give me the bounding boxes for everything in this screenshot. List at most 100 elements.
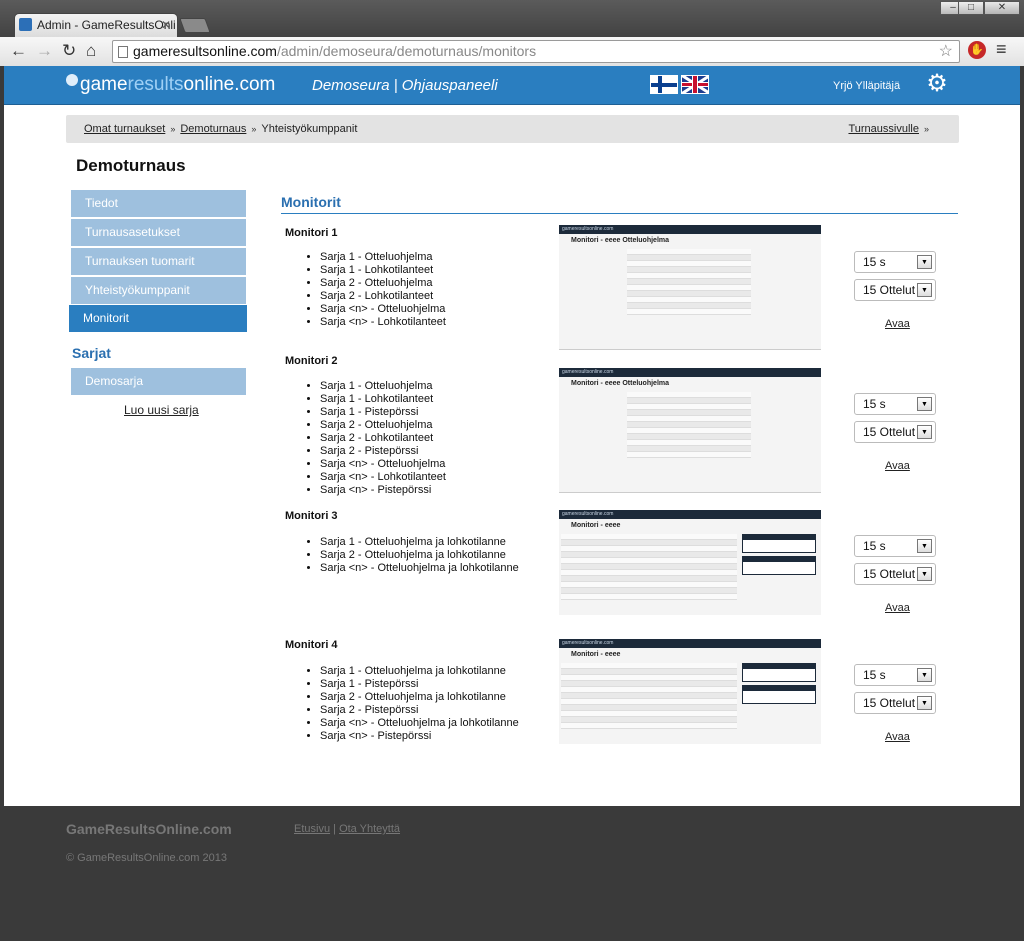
breadcrumb-separator-icon: » — [251, 124, 257, 134]
list-item: Sarja <n> - Lohkotilanteet — [320, 471, 446, 484]
finnish-flag-icon[interactable] — [650, 75, 678, 94]
maximize-icon[interactable]: □ — [958, 1, 984, 15]
list-item: Sarja 2 - Otteluohjelma ja lohkotilanne — [320, 691, 519, 704]
bookmark-star-icon[interactable]: ☆ — [939, 41, 953, 62]
footer-brand: GameResultsOnline.com — [66, 821, 232, 837]
list-item: Sarja 1 - Pistepörssi — [320, 678, 519, 691]
open-monitor-link[interactable]: Avaa — [885, 731, 910, 743]
match-count-select[interactable]: 15 Ottelut ▼ — [854, 279, 936, 301]
footer-home-link[interactable]: Etusivu — [294, 823, 330, 835]
site-footer: GameResultsOnline.com Etusivu | Ota Yhte… — [4, 806, 1020, 938]
forward-icon[interactable]: → — [36, 42, 53, 60]
preview-standings — [742, 685, 816, 704]
preview-brand: gameresultsonline.com — [559, 368, 821, 377]
page-title: Demoturnaus — [76, 156, 186, 175]
list-item: Sarja 1 - Otteluohjelma — [320, 380, 446, 393]
preview-brand: gameresultsonline.com — [559, 510, 821, 519]
match-count-select[interactable]: 15 Ottelut ▼ — [854, 421, 936, 443]
preview-brand: gameresultsonline.com — [559, 225, 821, 234]
new-tab-button[interactable] — [179, 18, 211, 33]
list-item: Sarja 2 - Otteluohjelma — [320, 419, 446, 432]
breadcrumb-my-tournaments[interactable]: Omat turnaukset — [84, 123, 165, 135]
tournament-page-link[interactable]: Turnaussivulle — [848, 123, 919, 135]
match-count-select[interactable]: 15 Ottelut ▼ — [854, 692, 936, 714]
interval-select[interactable]: 15 s ▼ — [854, 664, 936, 686]
preview-brand: gameresultsonline.com — [559, 639, 821, 648]
list-item: Sarja 1 - Pistepörssi — [320, 406, 446, 419]
chevron-down-icon[interactable]: ▼ — [917, 668, 932, 682]
list-item: Sarja <n> - Otteluohjelma ja lohkotilann… — [320, 717, 519, 730]
monitor-preview: gameresultsonline.com Monitori - eeee Ot… — [559, 225, 821, 350]
list-item: Sarja 2 - Otteluohjelma — [320, 277, 446, 290]
monitor-title: Monitori 3 — [285, 510, 338, 522]
section-title: Monitorit — [281, 194, 341, 210]
breadcrumb-separator-icon: » — [170, 124, 176, 134]
preview-title: Monitori - eeee — [571, 651, 621, 658]
english-flag-icon[interactable] — [681, 75, 709, 94]
chevron-down-icon[interactable]: ▼ — [917, 567, 932, 581]
list-item: Sarja 2 - Otteluohjelma ja lohkotilanne — [320, 549, 519, 562]
footer-links: Etusivu | Ota Yhteyttä — [294, 823, 400, 835]
section-divider — [281, 213, 958, 214]
footer-link-separator: | — [333, 823, 336, 835]
site-logo[interactable]: gameresultsonline.com — [66, 74, 275, 96]
extension-stop-icon[interactable]: ✋ — [968, 41, 986, 59]
list-item: Sarja <n> - Pistepörssi — [320, 730, 519, 743]
page: gameresultsonline.com Demoseura | Ohjaus… — [4, 66, 1020, 938]
list-item: Sarja 1 - Otteluohjelma — [320, 251, 446, 264]
interval-select[interactable]: 15 s ▼ — [854, 535, 936, 557]
browser-tab[interactable]: Admin - GameResultsOnli ✕ — [14, 13, 178, 37]
open-monitor-link[interactable]: Avaa — [885, 460, 910, 472]
tab-title: Admin - GameResultsOnli — [37, 18, 176, 32]
back-icon[interactable]: ← — [10, 42, 27, 60]
breadcrumb-separator-icon: » — [923, 124, 929, 134]
monitor-content-list: Sarja 1 - Otteluohjelma Sarja 1 - Lohkot… — [320, 380, 446, 497]
monitor-title: Monitori 4 — [285, 639, 338, 651]
sidebar-item-tuomarit[interactable]: Turnauksen tuomarit — [71, 248, 246, 275]
breadcrumb-tournament[interactable]: Demoturnaus — [180, 123, 246, 135]
preview-standings — [742, 556, 816, 575]
open-monitor-link[interactable]: Avaa — [885, 318, 910, 330]
home-icon[interactable]: ⌂ — [86, 42, 96, 60]
chevron-down-icon[interactable]: ▼ — [917, 425, 932, 439]
close-tab-icon[interactable]: ✕ — [161, 14, 171, 36]
sidebar-item-turnausasetukset[interactable]: Turnausasetukset — [71, 219, 246, 246]
sidebar-item-tiedot[interactable]: Tiedot — [71, 190, 246, 217]
footer-contact-link[interactable]: Ota Yhteyttä — [339, 823, 400, 835]
address-bar[interactable]: gameresultsonline.com/admin/demoseura/de… — [112, 40, 960, 63]
list-item: Sarja 2 - Pistepörssi — [320, 445, 446, 458]
url-domain: gameresultsonline.com — [133, 43, 277, 59]
list-item: Sarja 2 - Lohkotilanteet — [320, 432, 446, 445]
list-item: Sarja 2 - Pistepörssi — [320, 704, 519, 717]
chevron-down-icon[interactable]: ▼ — [917, 255, 932, 269]
preview-table — [561, 663, 737, 729]
browser-toolbar: ← → ↻ ⌂ gameresultsonline.com/admin/demo… — [0, 37, 1024, 66]
preview-title: Monitori - eeee Otteluohjelma — [571, 237, 670, 244]
menu-icon[interactable]: ≡ — [996, 40, 1007, 58]
sidebar-item-demosarja[interactable]: Demosarja — [71, 368, 246, 395]
create-series-link[interactable]: Luo uusi sarja — [124, 403, 199, 417]
settings-gear-icon[interactable]: ⚙ — [925, 72, 949, 96]
monitor-title: Monitori 2 — [285, 355, 338, 367]
list-item: Sarja 1 - Lohkotilanteet — [320, 264, 446, 277]
list-item: Sarja <n> - Otteluohjelma — [320, 458, 446, 471]
chevron-down-icon[interactable]: ▼ — [917, 283, 932, 297]
list-item: Sarja 1 - Lohkotilanteet — [320, 393, 446, 406]
monitor-preview: gameresultsonline.com Monitori - eeee — [559, 639, 821, 744]
chevron-down-icon[interactable]: ▼ — [917, 397, 932, 411]
chevron-down-icon[interactable]: ▼ — [917, 696, 932, 710]
interval-select[interactable]: 15 s ▼ — [854, 393, 936, 415]
user-name[interactable]: Yrjö Ylläpitäjä — [833, 80, 900, 92]
url-path: /admin/demoseura/demoturnaus/monitors — [276, 43, 537, 59]
chevron-down-icon[interactable]: ▼ — [917, 539, 932, 553]
sidebar-item-monitorit[interactable]: Monitorit — [69, 305, 247, 332]
open-monitor-link[interactable]: Avaa — [885, 602, 910, 614]
match-count-select[interactable]: 15 Ottelut ▼ — [854, 563, 936, 585]
list-item: Sarja 1 - Otteluohjelma ja lohkotilanne — [320, 536, 519, 549]
interval-select[interactable]: 15 s ▼ — [854, 251, 936, 273]
sidebar-item-yhteistyokumppanit[interactable]: Yhteistyökumppanit — [71, 277, 246, 304]
reload-icon[interactable]: ↻ — [62, 42, 76, 60]
preview-table — [627, 249, 751, 315]
close-window-icon[interactable]: ✕ — [984, 1, 1020, 15]
favicon-icon — [19, 18, 32, 31]
